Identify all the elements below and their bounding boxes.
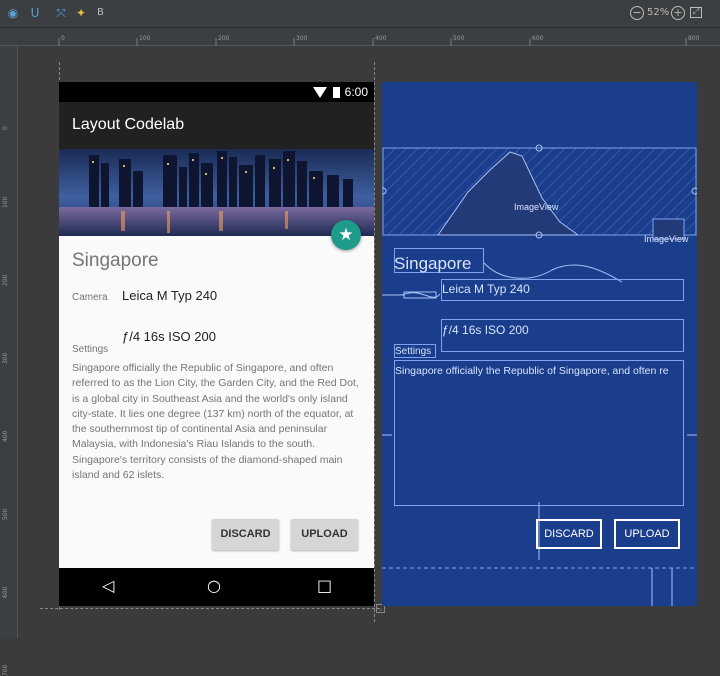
city-title: Singapore <box>72 250 159 271</box>
hero-image <box>59 149 374 236</box>
fit-screen-icon[interactable]: ⤢ <box>690 7 702 18</box>
ruler-left-label: 400 <box>2 430 9 442</box>
bp-description-box[interactable] <box>394 360 684 506</box>
ruler-top-ticks <box>58 38 687 46</box>
zoom-in-button[interactable]: + <box>671 6 685 20</box>
imageview-fab-label: ImageView <box>644 234 689 244</box>
eye-icon[interactable]: ◉ <box>6 6 20 20</box>
upload-button[interactable]: UPLOAD <box>291 519 358 550</box>
ruler-left-label: 500 <box>2 508 9 520</box>
discard-button[interactable]: DISCARD <box>212 519 279 550</box>
ruler-top-label: 200 <box>218 35 230 42</box>
app-title: Layout Codelab <box>72 116 185 133</box>
app-bar: Layout Codelab <box>59 102 374 149</box>
settings-label: Settings <box>72 344 109 355</box>
ruler-top-label: 100 <box>139 35 151 42</box>
ruler-left-label: 100 <box>2 196 9 208</box>
status-bar: 6:00 <box>59 82 374 102</box>
description-text: Singapore officially the Republic of Sin… <box>72 362 359 482</box>
zoom-out-button[interactable]: − <box>630 6 644 20</box>
bp-camera-value: Leica M Typ 240 <box>442 282 530 296</box>
bp-upload-button[interactable]: UPLOAD <box>614 519 680 549</box>
ruler-left: 0 100 200 300 400 500 600 700 <box>0 46 18 676</box>
ruler-left-label: 700 <box>2 664 9 676</box>
ruler-top-label: 300 <box>296 35 308 42</box>
back-icon[interactable]: ◁ <box>102 577 114 595</box>
bulb-icon[interactable]: ✦ <box>74 6 88 20</box>
zoom-level: 52% <box>647 7 670 18</box>
ruler-top-label: 800 <box>688 35 700 42</box>
ruler-top-label: 600 <box>532 35 544 42</box>
transform-icon[interactable]: ⤧ <box>54 6 68 20</box>
bounds-right <box>374 62 375 622</box>
star-icon: ★ <box>338 225 354 245</box>
bp-description: Singapore officially the Republic of Sin… <box>395 365 669 377</box>
ruler-top-label: 0 <box>61 35 65 42</box>
navigation-bar: ◁ ○ □ <box>59 568 374 606</box>
bp-city-title: Singapore <box>394 254 472 273</box>
favorite-fab[interactable]: ★ <box>331 220 361 250</box>
status-time: 6:00 <box>344 85 368 99</box>
magnet-icon[interactable]: U <box>28 6 42 20</box>
bp-settings-value: ƒ/4 16s ISO 200 <box>442 323 529 337</box>
imageview-label: ImageView <box>514 202 559 212</box>
camera-value: Leica M Typ 240 <box>122 288 218 303</box>
bp-settings-label: Settings <box>395 346 432 357</box>
bp-discard-button[interactable]: DISCARD <box>536 519 602 549</box>
camera-label: Camera <box>72 292 108 303</box>
ruler-left-label: 0 <box>2 126 9 130</box>
design-toolbar: ◉ U ⤧ ✦ B − 52% + ⤢ <box>0 0 720 28</box>
bounds-bottom <box>40 608 380 609</box>
ruler-left-label: 300 <box>2 352 9 364</box>
b-toggle[interactable]: B <box>97 7 104 18</box>
ruler-top-label: 400 <box>375 35 387 42</box>
wifi-icon <box>313 87 340 98</box>
ruler-left-label: 200 <box>2 274 9 286</box>
home-icon[interactable]: ○ <box>207 577 221 595</box>
recents-icon[interactable]: □ <box>317 577 332 595</box>
design-preview[interactable]: 6:00 Layout Codelab ★ Singapore Camera L… <box>59 82 374 606</box>
singapore-skyline-image <box>59 149 374 236</box>
blueprint-view[interactable]: ImageView ImageView Singapore Leica M Ty… <box>382 82 697 606</box>
ruler-top-label: 500 <box>453 35 465 42</box>
ruler-left-label: 600 <box>2 586 9 598</box>
settings-value: ƒ/4 16s ISO 200 <box>122 329 216 344</box>
ruler-top: 0 100 200 300 400 500 600 800 <box>0 28 720 46</box>
